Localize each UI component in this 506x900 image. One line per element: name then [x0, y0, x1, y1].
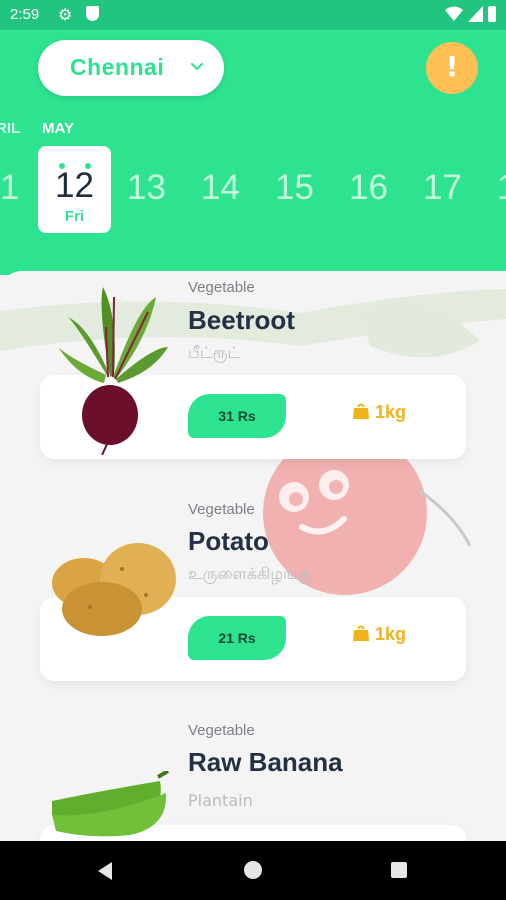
- product-local-name: Plantain: [188, 791, 253, 810]
- product-category: Vegetable: [188, 722, 255, 739]
- date-item[interactable]: 15: [275, 168, 314, 208]
- selected-date-card[interactable]: 12 Fri: [38, 146, 111, 233]
- selected-date-number: 12: [55, 166, 94, 205]
- product-local-name: பீட்ரூட்: [188, 343, 241, 362]
- back-icon[interactable]: [96, 861, 114, 881]
- settings-gear-icon: ⚙: [58, 5, 73, 24]
- date-item[interactable]: 17: [423, 168, 462, 208]
- price-badge: 31 Rs: [188, 394, 286, 438]
- month-label-previous: RIL: [0, 120, 21, 137]
- product-name: Beetroot: [188, 305, 295, 335]
- navigation-bar: [0, 841, 506, 900]
- product-name: Raw Banana: [188, 747, 343, 777]
- potato-image: [52, 543, 176, 636]
- date-item[interactable]: 1: [497, 168, 506, 208]
- date-item[interactable]: 14: [201, 168, 240, 208]
- city-selector[interactable]: Chennai: [38, 40, 224, 96]
- signal-icon: [468, 6, 483, 22]
- status-bar: 2:59 ⚙: [0, 0, 506, 30]
- home-icon[interactable]: [244, 861, 262, 879]
- product-category: Vegetable: [188, 279, 255, 296]
- product-category: Vegetable: [188, 501, 255, 518]
- header: Chennai ! RIL MAY 1 12 Fri 13 14 15 16 1…: [0, 30, 506, 275]
- date-item[interactable]: 16: [349, 168, 388, 208]
- alert-button[interactable]: !: [426, 42, 478, 94]
- wifi-icon: [445, 6, 463, 21]
- quantity-value: 1kg: [375, 402, 407, 422]
- product-local-name: உருளைக்கிழங்கு: [188, 564, 312, 583]
- weight-bag-icon: [353, 403, 369, 419]
- chevron-down-icon: [191, 63, 203, 71]
- weight-bag-icon: [353, 625, 369, 641]
- price-badge: 21 Rs: [188, 616, 286, 660]
- shield-icon: [86, 6, 99, 21]
- battery-icon: [488, 6, 496, 22]
- beetroot-image: [58, 287, 168, 455]
- quantity-label: 1kg: [352, 624, 406, 645]
- status-time: 2:59: [10, 6, 40, 23]
- raw-banana-image: [52, 771, 170, 837]
- product-list[interactable]: Vegetable Beetroot பீட்ரூட் 31 Rs 1kg Ve…: [0, 271, 506, 841]
- month-label-current: MAY: [42, 120, 74, 137]
- quantity-value: 1kg: [375, 624, 407, 644]
- product-name: Potato: [188, 526, 269, 556]
- date-item[interactable]: 1: [0, 168, 19, 208]
- selected-date-weekday: Fri: [64, 208, 85, 225]
- quantity-label: 1kg: [352, 402, 406, 423]
- date-item[interactable]: 13: [127, 168, 166, 208]
- city-name: Chennai: [70, 54, 165, 80]
- alert-icon: !: [445, 50, 459, 83]
- recent-apps-icon[interactable]: [391, 862, 407, 878]
